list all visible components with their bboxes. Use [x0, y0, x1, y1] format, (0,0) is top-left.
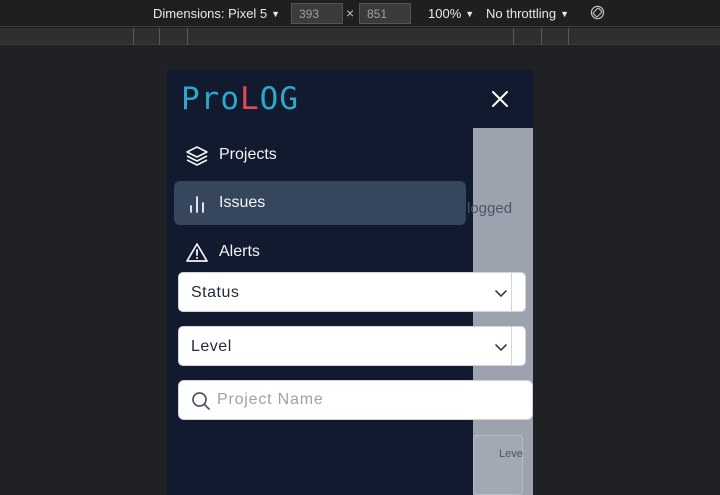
prolog-logo[interactable]: ProLOG	[181, 82, 299, 116]
ruler-tick	[513, 28, 514, 45]
select-scroll-rail	[511, 327, 525, 365]
layers-icon	[186, 146, 208, 166]
ruler-tick	[541, 28, 542, 45]
nav-item-alerts[interactable]: Alerts	[174, 230, 466, 274]
ruler-tick	[568, 28, 569, 45]
height-input[interactable]: 851	[359, 3, 411, 24]
select-scroll-rail	[511, 273, 525, 311]
logo-text-l: L	[240, 81, 260, 117]
throttling-dropdown[interactable]: No throttling ▼	[486, 6, 569, 21]
project-search-field[interactable]	[178, 380, 533, 420]
level-select-value: Level	[191, 338, 232, 355]
dimensions-label: Dimensions: Pixel 5	[153, 6, 268, 21]
zoom-dropdown[interactable]: 100% ▼	[428, 6, 474, 21]
level-select[interactable]: Level	[178, 326, 526, 366]
alert-triangle-icon	[186, 243, 208, 262]
width-input[interactable]: 393	[291, 3, 343, 24]
nav-item-label: Issues	[219, 194, 266, 211]
ruler-tick	[187, 28, 188, 45]
caret-down-icon: ▼	[271, 9, 281, 19]
ruler-tick	[159, 28, 160, 45]
zoom-label: 100%	[428, 6, 462, 21]
nav-item-issues[interactable]: Issues	[174, 181, 466, 225]
caret-down-icon: ▼	[560, 9, 570, 19]
rotate-icon[interactable]	[590, 5, 605, 20]
status-select-value: Status	[191, 284, 240, 301]
project-name-input[interactable]	[217, 388, 517, 412]
chevron-down-icon	[495, 290, 507, 297]
status-select[interactable]: Status	[178, 272, 526, 312]
nav-item-label: Alerts	[219, 243, 260, 260]
logo-text-og: OG	[259, 81, 299, 117]
caret-down-icon: ▼	[465, 9, 475, 19]
search-icon	[192, 392, 210, 410]
times-separator: ×	[346, 5, 355, 21]
nav-item-label: Projects	[219, 146, 277, 163]
chevron-down-icon	[495, 344, 507, 351]
dimensions-dropdown[interactable]: Dimensions: Pixel 5 ▼	[153, 6, 280, 21]
media-query-ruler	[0, 28, 720, 45]
ruler-tick	[133, 28, 134, 45]
background-table-card: Leve	[473, 435, 523, 495]
devtools-device-toolbar: Dimensions: Pixel 5 ▼ 393 × 851 100% ▼ No …	[0, 0, 720, 27]
background-text: logged	[467, 200, 513, 217]
logo-text-pro: Pro	[181, 81, 240, 117]
throttling-label: No throttling	[486, 6, 557, 21]
background-column-header: Leve	[499, 448, 523, 460]
close-icon[interactable]	[489, 88, 511, 110]
nav-item-projects[interactable]: Projects	[174, 133, 466, 177]
bar-chart-icon	[190, 196, 204, 213]
